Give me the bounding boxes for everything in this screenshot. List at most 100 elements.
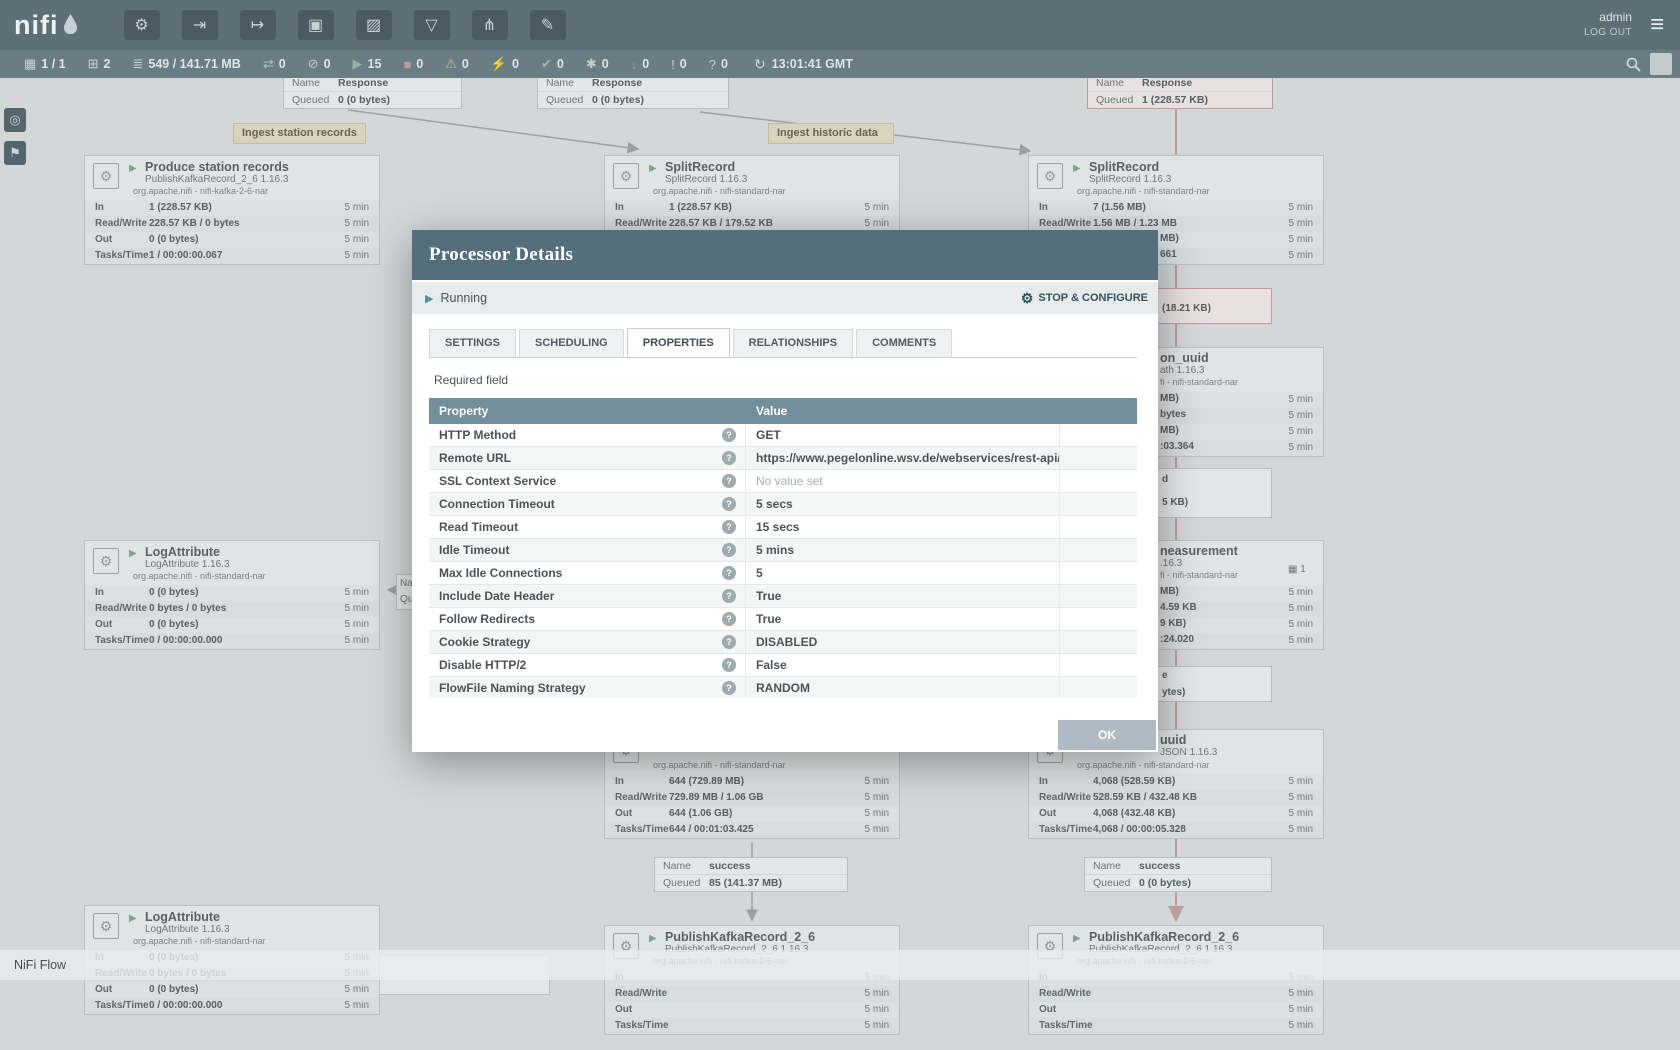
logo-drop-icon [63,12,78,39]
help-icon[interactable]: ? [722,543,736,557]
help-icon[interactable]: ? [722,566,736,580]
connection-label[interactable]: NamesuccessQueued0 (0 bytes) [1084,857,1272,892]
ok-button[interactable]: OK [1058,720,1156,750]
flow-label[interactable]: Ingest station records [233,123,366,144]
help-icon[interactable]: ? [722,635,736,649]
processor-type: PublishKafkaRecord_2_6 1.16.3 [145,174,288,185]
status-queued: ≣549 / 141.71 MB [132,56,240,72]
processor-details-dialog: Processor Details ▶ Running ⚙ STOP & CON… [412,230,1158,752]
global-menu-icon[interactable]: ≡ [1650,11,1664,39]
run-state-icon: ▶ [1073,163,1081,174]
status-active-threads-value: 2 [104,57,111,71]
processor-type: SplitRecord 1.16.3 [1089,174,1171,185]
property-value: False [746,654,1060,676]
help-icon[interactable]: ? [722,681,736,695]
property-name: Read Timeout [439,520,518,534]
status-locally-modified: ✱0 [586,56,609,72]
processor-stat-row: Tasks/Time1 / 00:00:00.0675 min [85,248,379,264]
connection-label[interactable]: NameResponseQueued0 (0 bytes) [537,74,729,109]
toolbar-output-port-button[interactable]: ↦ [240,10,276,40]
processor-logattribute[interactable]: ⚙▶LogAttributeLogAttribute 1.16.3org.apa… [84,540,380,650]
logout-link[interactable]: LOG OUT [1584,26,1632,41]
help-icon[interactable]: ? [722,428,736,442]
processor-stat-row: Out5 min [605,1002,899,1018]
operate-palette-toggle[interactable]: ⚑ [4,141,26,165]
refresh-icon[interactable]: ↻ [754,56,766,73]
property-row: Follow Redirects?True [429,608,1137,631]
help-icon[interactable]: ? [722,451,736,465]
tab-scheduling[interactable]: SCHEDULING [519,329,624,358]
text-fragment: ytes) [1162,687,1185,698]
toolbar-funnel-button[interactable]: ▽ [414,10,450,40]
processor-stat-row: Read/Write228.57 KB / 0 bytes5 min [85,216,379,232]
help-icon[interactable]: ? [722,474,736,488]
property-name: Disable HTTP/2 [439,658,526,672]
text-fragment: 5 KB) [1162,497,1188,508]
text-fragment: on_uuid [1160,351,1209,365]
status-up-to-date-value: 0 [557,57,564,71]
property-name: Idle Timeout [439,543,509,557]
help-icon[interactable]: ? [722,589,736,603]
panel-toggle-button[interactable] [1650,53,1672,75]
disabled-icon: ⚡ [491,56,507,72]
breadcrumb-item-root[interactable]: NiFi Flow [14,958,66,972]
locally-modified-stale-icon: ! [671,57,675,72]
help-icon[interactable]: ? [722,520,736,534]
toolbar-process-group-button[interactable]: ▣ [298,10,334,40]
processor-produce-station-records[interactable]: ⚙▶Produce station recordsPublishKafkaRec… [84,155,380,265]
help-icon[interactable]: ? [722,612,736,626]
status-cluster: ▦1 / 1 [24,56,66,72]
text-fragment: .16.3 [1160,558,1182,569]
run-state-icon: ▶ [649,933,657,944]
processor-publishkafkarecord-2-6[interactable]: ⚙▶PublishKafkaRecord_2_6PublishKafkaReco… [604,925,900,1035]
tab-comments[interactable]: COMMENTS [856,329,952,358]
text-fragment: d [1162,474,1168,485]
tab-settings[interactable]: SETTINGS [429,329,516,358]
navigate-palette-toggle[interactable]: ◎ [4,108,26,132]
property-value: https://www.pegelonline.wsv.de/webservic… [746,447,1060,469]
property-name: Follow Redirects [439,612,535,626]
processor-state-bar: ▶ Running ⚙ STOP & CONFIGURE [412,282,1158,314]
stop-configure-icon: ⚙ [1021,290,1034,307]
status-queued-value: 549 / 141.71 MB [148,57,240,71]
current-user: admin [1584,9,1632,26]
search-icon[interactable] [1626,57,1641,72]
text-fragment: MB) [1160,586,1179,597]
stop-and-configure-button[interactable]: ⚙ STOP & CONFIGURE [1021,290,1148,307]
connection-label[interactable]: NameResponseQueued0 (0 bytes) [283,74,462,109]
connection-label[interactable]: NameResponseQueued1 (228.57 KB) [1087,74,1273,109]
processor-stat-row: Read/Write5 min [605,986,899,1002]
toolbar-template-button[interactable]: ⋔ [472,10,508,40]
property-name: HTTP Method [439,428,516,442]
processor-bundle: org.apache.nifi - nifi-standard-nar [133,571,266,581]
flow-label[interactable]: Ingest historic data [768,123,894,144]
processor-name: LogAttribute [145,545,220,559]
status-not-transmitting-value: 0 [324,57,331,71]
remote-process-group-icon: ▨ [366,15,381,35]
processor-publishkafkarecord-2-6[interactable]: ⚙▶PublishKafkaRecord_2_6PublishKafkaReco… [1028,925,1324,1035]
tabs-underline [429,357,1137,358]
toolbar-input-port-button[interactable]: ⇥ [182,10,218,40]
tab-properties[interactable]: PROPERTIES [627,328,730,358]
text-fragment: uuid [1160,733,1186,747]
user-area: admin LOG OUT [1584,9,1632,41]
nifi-logo: nifi [14,12,78,39]
processor-stat-row: Out4,068 (432.48 KB)5 min [1029,806,1323,822]
processor-name: PublishKafkaRecord_2_6 [1089,930,1239,944]
property-row: Cookie Strategy?DISABLED [429,631,1137,654]
processor-icon: ⚙ [613,163,639,189]
toolbar-label-button[interactable]: ✎ [530,10,566,40]
status-stale: ↓0 [631,57,649,72]
toolbar-remote-process-group-button[interactable]: ▨ [356,10,392,40]
processor-name: PublishKafkaRecord_2_6 [665,930,815,944]
text-fragment: MB) [1160,425,1179,436]
connection-label[interactable] [1156,468,1272,518]
processor-stat-row: Out0 (0 bytes)5 min [85,232,379,248]
connection-label[interactable]: NamesuccessQueued85 (141.37 MB) [654,857,848,892]
text-fragment: :03.364 [1160,441,1194,452]
help-icon[interactable]: ? [722,658,736,672]
tab-relationships[interactable]: RELATIONSHIPS [733,329,853,358]
status-stopped: ■0 [403,57,423,72]
help-icon[interactable]: ? [722,497,736,511]
toolbar-processor-button[interactable]: ⚙ [124,10,160,40]
